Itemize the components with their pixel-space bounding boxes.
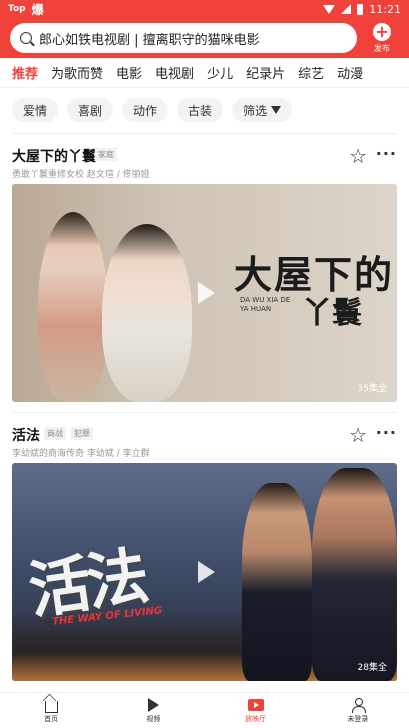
poster-figure [242, 483, 312, 681]
poster-figure [312, 468, 397, 681]
search-icon [20, 32, 32, 44]
genre-tag: 犯罪 [71, 427, 93, 440]
poster-figure [38, 212, 108, 402]
app-root: Top 爆 11:21 郎心如铁电视剧 | 擅离职守的猫咪电影 + 发布 推荐 … [0, 0, 409, 728]
tab-movie[interactable]: 电影 [116, 63, 142, 82]
app-logo: Top [8, 4, 26, 14]
card-subtitle: 李幼斌的商海传奇 李幼斌 / 李立群 [12, 449, 150, 459]
video-poster[interactable]: 活法 THE WAY OF LIVING 28集全 [12, 463, 397, 681]
episode-count: 35集全 [357, 384, 387, 394]
filter-chips: 爱情 喜剧 动作 古装 筛选 [0, 96, 409, 124]
filter-chip-romance[interactable]: 爱情 [12, 98, 59, 122]
video-poster[interactable]: 大屋下的 丫鬟 DA WU XIA DE YA HUAN 35集全 [12, 184, 397, 402]
favorite-star-icon[interactable]: ☆ [349, 423, 367, 447]
nav-home-label: 首页 [44, 715, 59, 723]
nav-user[interactable]: 未登录 [307, 693, 409, 728]
more-options-icon[interactable]: ··· [376, 423, 397, 442]
filter-icon [271, 106, 282, 114]
card-tags: 家庭 [95, 148, 117, 161]
genre-tag: 家庭 [95, 148, 117, 161]
card-title[interactable]: 活法 [12, 425, 40, 445]
publish-label: 发布 [374, 43, 390, 53]
publish-button[interactable]: + 发布 [365, 22, 399, 54]
cinema-icon [247, 697, 264, 713]
card-header: 活法 商战 犯罪 李幼斌的商海传奇 李幼斌 / 李立群 ☆ ··· [0, 423, 409, 463]
card-title[interactable]: 大屋下的丫鬟 [12, 146, 96, 166]
battery-icon [357, 3, 364, 15]
video-card: 大屋下的丫鬟 家庭 勇敢丫鬟重修女校 赵文瑄 / 佟丽娅 ☆ ··· 大屋下的 … [0, 144, 409, 406]
signal-icon [341, 4, 352, 14]
play-icon[interactable] [197, 561, 215, 583]
nav-home[interactable]: 首页 [0, 693, 102, 728]
divider [12, 133, 397, 134]
tab-weigeerzan[interactable]: 为歌而赞 [51, 63, 103, 82]
nav-user-label: 未登录 [347, 715, 369, 723]
home-icon [43, 697, 59, 713]
tab-tv[interactable]: 电视剧 [155, 63, 194, 82]
poster-pinyin: DA WU XIA DE YA HUAN [240, 296, 291, 313]
search-placeholder: 郎心如铁电视剧 | 擅离职守的猫咪电影 [39, 32, 260, 48]
nav-cinema-label: 放映厅 [245, 715, 267, 723]
more-options-icon[interactable]: ··· [376, 144, 397, 163]
tab-recommend[interactable]: 推荐 [12, 63, 38, 82]
nav-video-label: 视频 [146, 715, 161, 723]
poster-figure [102, 224, 192, 402]
card-subtitle: 勇敢丫鬟重修女校 赵文瑄 / 佟丽娅 [12, 170, 150, 180]
status-icons: 11:21 [323, 3, 401, 16]
filter-label: 筛选 [243, 103, 268, 118]
status-bar: Top 爆 11:21 [0, 0, 409, 18]
tab-variety[interactable]: 综艺 [298, 63, 324, 82]
app-logo-glyph: 爆 [31, 2, 44, 17]
status-time: 11:21 [369, 2, 401, 16]
wifi-icon [323, 4, 336, 14]
divider [12, 412, 397, 413]
genre-tag: 商战 [44, 427, 66, 440]
video-card: 活法 商战 犯罪 李幼斌的商海传奇 李幼斌 / 李立群 ☆ ··· 活法 THE… [0, 423, 409, 685]
filter-button[interactable]: 筛选 [232, 98, 293, 122]
tab-documentary[interactable]: 纪录片 [246, 63, 285, 82]
tab-anime[interactable]: 动漫 [337, 63, 363, 82]
nav-video[interactable]: 视频 [102, 693, 204, 728]
top-header: 郎心如铁电视剧 | 擅离职守的猫咪电影 + 发布 [0, 18, 409, 58]
nav-cinema[interactable]: 放映厅 [205, 693, 307, 728]
category-tabs: 推荐 为歌而赞 电影 电视剧 少儿 纪录片 综艺 动漫 [0, 58, 409, 88]
filter-chip-costume[interactable]: 古装 [177, 98, 224, 122]
bottom-nav: 首页 视频 放映厅 未登录 [0, 692, 409, 728]
card-tags: 商战 犯罪 [44, 427, 93, 440]
video-icon [145, 697, 161, 713]
user-icon [350, 697, 366, 713]
episode-count: 28集全 [357, 663, 387, 673]
filter-chip-comedy[interactable]: 喜剧 [67, 98, 114, 122]
tab-kids[interactable]: 少儿 [207, 63, 233, 82]
plus-circle-icon: + [373, 22, 391, 41]
filter-chip-action[interactable]: 动作 [122, 98, 169, 122]
search-bar[interactable]: 郎心如铁电视剧 | 擅离职守的猫咪电影 [10, 23, 357, 53]
favorite-star-icon[interactable]: ☆ [349, 144, 367, 168]
play-icon[interactable] [197, 282, 215, 304]
card-header: 大屋下的丫鬟 家庭 勇敢丫鬟重修女校 赵文瑄 / 佟丽娅 ☆ ··· [0, 144, 409, 184]
poster-title-2: 丫鬟 [302, 296, 362, 331]
